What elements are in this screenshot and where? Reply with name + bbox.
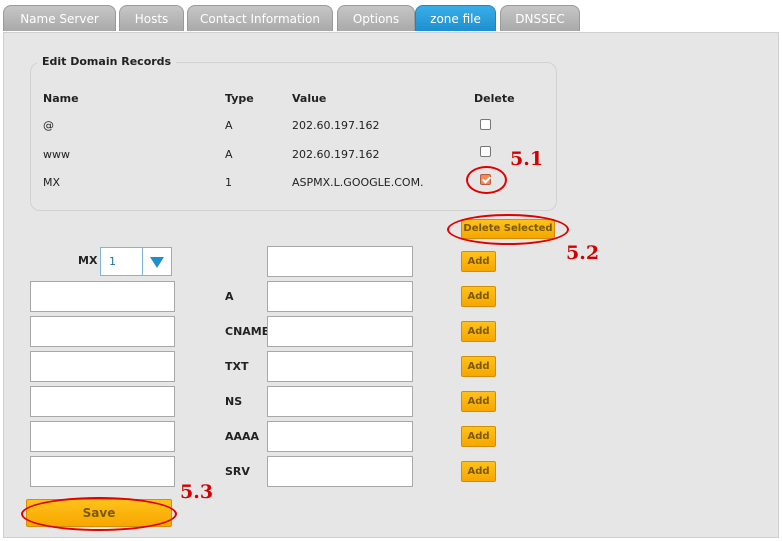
record-type-label: SRV bbox=[225, 465, 250, 478]
record-type: 1 bbox=[225, 176, 232, 189]
record-type-label: AAAA bbox=[225, 430, 260, 443]
delete-checkbox-checked[interactable] bbox=[480, 174, 491, 185]
tab-contact-information[interactable]: Contact Information bbox=[187, 5, 333, 31]
aaaa-value-input[interactable] bbox=[267, 421, 413, 452]
delete-selected-button[interactable]: Delete Selected bbox=[461, 219, 555, 239]
record-type-label: A bbox=[225, 290, 234, 303]
annotation-step-5-3: 5.3 bbox=[180, 481, 214, 503]
save-button[interactable]: Save bbox=[26, 499, 172, 527]
txt-value-input[interactable] bbox=[267, 351, 413, 382]
column-header-name: Name bbox=[43, 92, 79, 105]
column-header-delete: Delete bbox=[474, 92, 515, 105]
record-type-label: CNAME bbox=[225, 325, 270, 338]
record-name: www bbox=[43, 148, 70, 161]
mx-priority-select[interactable]: 1 bbox=[100, 247, 172, 276]
tab-zone-file[interactable]: zone file bbox=[415, 5, 496, 31]
column-header-type: Type bbox=[225, 92, 254, 105]
tab-dnssec[interactable]: DNSSEC bbox=[500, 5, 580, 31]
cname-value-input[interactable] bbox=[267, 316, 413, 347]
annotation-step-5-1: 5.1 bbox=[510, 148, 544, 170]
delete-checkbox[interactable] bbox=[480, 146, 491, 157]
a-value-input[interactable] bbox=[267, 281, 413, 312]
delete-checkbox[interactable] bbox=[480, 119, 491, 130]
column-header-value: Value bbox=[292, 92, 327, 105]
edit-records-title: Edit Domain Records bbox=[37, 55, 177, 68]
record-type-label: TXT bbox=[225, 360, 249, 373]
add-aaaa-button[interactable]: Add bbox=[461, 426, 496, 447]
record-name: @ bbox=[43, 119, 54, 132]
record-name: MX bbox=[43, 176, 61, 189]
record-type: A bbox=[225, 148, 233, 161]
add-ns-button[interactable]: Add bbox=[461, 391, 496, 412]
record-value: 202.60.197.162 bbox=[292, 148, 380, 161]
srv-host-input[interactable] bbox=[30, 456, 175, 487]
chevron-down-icon[interactable] bbox=[142, 248, 171, 275]
add-srv-button[interactable]: Add bbox=[461, 461, 496, 482]
tab-name-server[interactable]: Name Server bbox=[3, 5, 116, 31]
annotation-step-5-2: 5.2 bbox=[566, 242, 600, 264]
a-host-input[interactable] bbox=[30, 281, 175, 312]
mx-label: MX bbox=[78, 254, 98, 267]
record-value: 202.60.197.162 bbox=[292, 119, 380, 132]
record-type-label: NS bbox=[225, 395, 243, 408]
cname-host-input[interactable] bbox=[30, 316, 175, 347]
mx-value-input[interactable] bbox=[267, 246, 413, 277]
srv-value-input[interactable] bbox=[267, 456, 413, 487]
aaaa-host-input[interactable] bbox=[30, 421, 175, 452]
ns-host-input[interactable] bbox=[30, 386, 175, 417]
add-cname-button[interactable]: Add bbox=[461, 321, 496, 342]
tab-hosts[interactable]: Hosts bbox=[119, 5, 184, 31]
add-txt-button[interactable]: Add bbox=[461, 356, 496, 377]
ns-value-input[interactable] bbox=[267, 386, 413, 417]
record-type: A bbox=[225, 119, 233, 132]
mx-priority-value: 1 bbox=[109, 255, 116, 268]
record-value: ASPMX.L.GOOGLE.COM. bbox=[292, 176, 424, 189]
add-mx-button[interactable]: Add bbox=[461, 251, 496, 272]
txt-host-input[interactable] bbox=[30, 351, 175, 382]
tab-options[interactable]: Options bbox=[337, 5, 415, 31]
add-a-button[interactable]: Add bbox=[461, 286, 496, 307]
